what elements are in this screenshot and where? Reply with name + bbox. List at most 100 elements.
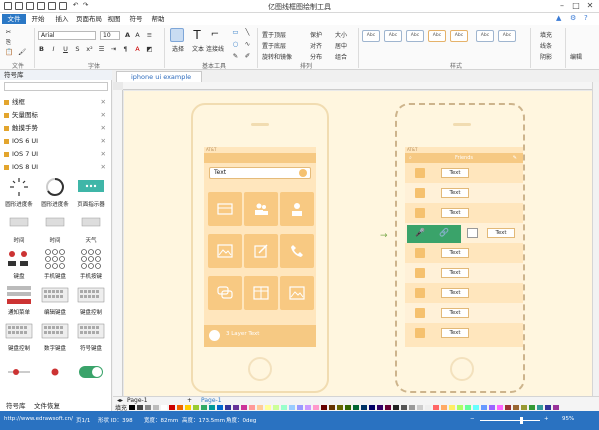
link-icon[interactable]: 🔗: [439, 228, 449, 237]
list-item[interactable]: Text: [405, 183, 523, 203]
color-swatch[interactable]: [425, 405, 431, 410]
color-swatch[interactable]: [193, 405, 199, 410]
library-category[interactable]: IOS 6 UI ✕: [4, 136, 108, 146]
close-icon[interactable]: ✕: [101, 136, 106, 146]
color-swatch[interactable]: [417, 405, 423, 410]
color-swatch[interactable]: [473, 405, 479, 410]
color-swatch[interactable]: [345, 405, 351, 410]
color-swatch[interactable]: [289, 405, 295, 410]
home-button[interactable]: [248, 357, 272, 381]
color-swatch[interactable]: [553, 405, 559, 410]
align-icon[interactable]: ≡: [146, 32, 153, 39]
color-swatch[interactable]: [313, 405, 319, 410]
color-swatch[interactable]: [481, 405, 487, 410]
line-button[interactable]: 线条: [540, 41, 552, 50]
library-item-keyboard-control-2[interactable]: 键盘控制: [2, 318, 36, 352]
search-field[interactable]: Text: [209, 167, 311, 179]
document-tab[interactable]: iphone ui example: [116, 71, 202, 82]
color-swatch[interactable]: [281, 405, 287, 410]
color-swatch[interactable]: [201, 405, 207, 410]
center-button[interactable]: 居中: [335, 41, 347, 50]
highlight-icon[interactable]: ◩: [146, 46, 153, 53]
library-category[interactable]: IOS 7 UI ✕: [4, 149, 108, 159]
library-item-symbol-keyboard[interactable]: 符号键盘: [74, 318, 108, 352]
library-item-edit-keyboard[interactable]: 编辑键盘: [38, 282, 72, 316]
menu-file[interactable]: 文件: [2, 14, 26, 24]
close-icon[interactable]: ✕: [101, 123, 106, 133]
color-swatch[interactable]: [321, 405, 327, 410]
pencil-icon[interactable]: ✐: [244, 53, 251, 60]
library-item-numeric-keyboard[interactable]: 数字键盘: [38, 318, 72, 352]
app-tile-photo[interactable]: [280, 276, 314, 310]
superscript-icon[interactable]: x²: [86, 46, 93, 53]
iphone-mockup-2[interactable]: AT&T ⌕ Friends ✎ Text Text Text 🎤 🔗 Text…: [395, 103, 525, 393]
avatar[interactable]: [209, 330, 220, 341]
curve-icon[interactable]: ∿: [244, 41, 251, 48]
app-tile-phone[interactable]: [280, 234, 314, 268]
color-swatch[interactable]: [337, 405, 343, 410]
vertical-scrollbar[interactable]: [592, 82, 599, 396]
library-item-circular-progress-2[interactable]: 圆形进度条: [38, 174, 72, 208]
color-swatch[interactable]: [409, 405, 415, 410]
color-swatch[interactable]: [225, 405, 231, 410]
color-swatch[interactable]: [265, 405, 271, 410]
color-swatch[interactable]: [361, 405, 367, 410]
bring-front-button[interactable]: 置于顶层: [262, 30, 286, 39]
pen-icon[interactable]: ✎: [232, 53, 239, 60]
select-tool-button[interactable]: [170, 28, 184, 42]
color-swatch[interactable]: [273, 405, 279, 410]
indent-icon[interactable]: ⇥: [110, 46, 117, 53]
color-swatch[interactable]: [433, 405, 439, 410]
style-swatch-1[interactable]: Abc: [362, 30, 380, 42]
grow-font-icon[interactable]: A: [124, 32, 131, 39]
color-swatch[interactable]: [209, 405, 215, 410]
menu-symbols[interactable]: 符号: [128, 14, 144, 24]
color-swatch[interactable]: [377, 405, 383, 410]
size-button[interactable]: 大小: [335, 30, 347, 39]
paste-icon[interactable]: 📋: [5, 49, 13, 56]
color-swatch[interactable]: [161, 405, 167, 410]
color-swatch[interactable]: [233, 405, 239, 410]
style-swatch-3[interactable]: Abc: [406, 30, 424, 42]
close-icon[interactable]: ✕: [101, 162, 106, 172]
zoom-out-icon[interactable]: −: [470, 416, 475, 422]
list-item[interactable]: Text: [405, 283, 523, 303]
list-item[interactable]: Text: [405, 203, 523, 223]
protect-button[interactable]: 保护: [310, 30, 322, 39]
library-item-slider[interactable]: [2, 360, 36, 388]
app-tile-profile[interactable]: [280, 192, 314, 226]
library-item-notification-menu[interactable]: 通知菜单: [2, 282, 36, 316]
library-category[interactable]: IOS 8 UI ✕: [4, 162, 108, 172]
close-icon[interactable]: ✕: [101, 149, 106, 159]
menu-page-layout[interactable]: 页面布局: [76, 14, 102, 24]
color-swatch[interactable]: [505, 405, 511, 410]
style-swatch-4[interactable]: Abc: [428, 30, 446, 42]
color-swatch[interactable]: [249, 405, 255, 410]
shape-ellipse-icon[interactable]: ○: [232, 41, 239, 48]
minimize-button[interactable]: –: [556, 1, 568, 11]
iphone-mockup-1[interactable]: AT&T Text 3 Layer Text: [191, 103, 329, 393]
menu-home[interactable]: 开始: [30, 14, 46, 24]
zoom-slider[interactable]: [480, 420, 540, 421]
app-tile-table[interactable]: [244, 276, 278, 310]
close-button[interactable]: ✕: [584, 1, 596, 11]
style-swatch-7[interactable]: Abc: [498, 30, 516, 42]
library-item-time-2[interactable]: 时间: [38, 210, 72, 244]
app-tile-gallery[interactable]: [208, 192, 242, 226]
menu-help[interactable]: 帮助: [150, 14, 166, 24]
color-swatch[interactable]: [305, 405, 311, 410]
library-item-phone-keypad[interactable]: 手机键盘: [38, 246, 72, 280]
app-tile-chat[interactable]: [208, 276, 242, 310]
font-color-icon[interactable]: A: [134, 46, 141, 53]
list-item[interactable]: Text: [405, 303, 523, 323]
menu-view[interactable]: 视图: [106, 14, 122, 24]
app-tile-images[interactable]: [208, 234, 242, 268]
line-icon[interactable]: ╲: [244, 29, 251, 36]
color-swatch[interactable]: [177, 405, 183, 410]
color-swatch[interactable]: [153, 405, 159, 410]
distribute-button[interactable]: 分布: [310, 52, 322, 61]
library-item-toggle[interactable]: [74, 360, 108, 388]
style-swatch-2[interactable]: Abc: [384, 30, 402, 42]
library-item-phone-buttons[interactable]: 手机按键: [74, 246, 108, 280]
settings-icon[interactable]: ⚙: [570, 14, 576, 22]
